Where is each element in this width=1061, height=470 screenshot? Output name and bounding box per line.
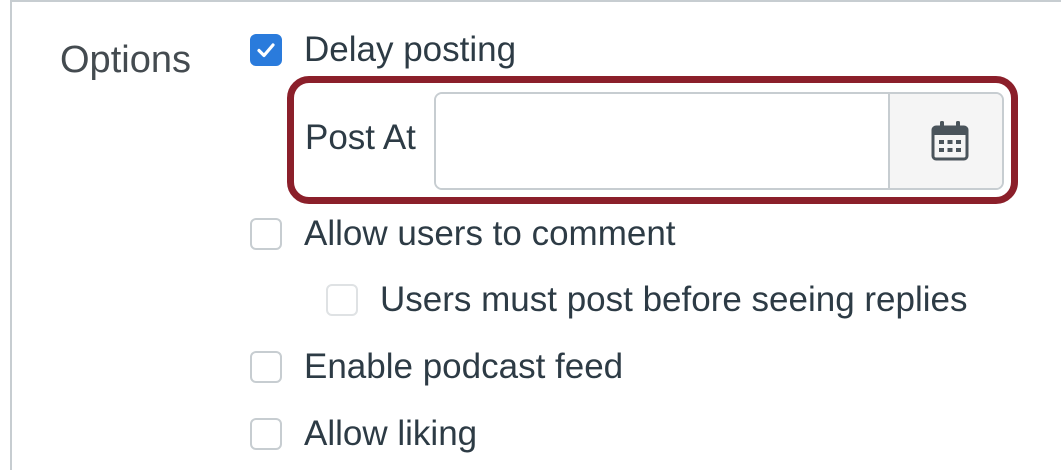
check-icon — [257, 43, 275, 58]
allow-liking-checkbox[interactable] — [250, 418, 282, 450]
delay-posting-label: Delay posting — [304, 30, 517, 69]
calendar-button[interactable] — [888, 94, 1002, 188]
delay-posting-option[interactable]: Delay posting — [250, 30, 516, 70]
podcast-feed-label: Enable podcast feed — [304, 347, 624, 386]
must-post-label: Users must post before seeing replies — [380, 280, 968, 319]
must-post-option[interactable]: Users must post before seeing replies — [326, 280, 968, 320]
allow-comment-label: Allow users to comment — [304, 214, 676, 253]
allow-comment-checkbox[interactable] — [250, 218, 282, 250]
podcast-feed-option[interactable]: Enable podcast feed — [250, 347, 623, 387]
must-post-checkbox[interactable] — [326, 284, 358, 316]
options-section-label: Options — [60, 39, 191, 81]
allow-comment-option[interactable]: Allow users to comment — [250, 214, 676, 254]
allow-liking-option[interactable]: Allow liking — [250, 414, 477, 454]
post-at-input[interactable] — [436, 94, 888, 188]
calendar-icon — [931, 121, 969, 161]
allow-liking-label: Allow liking — [304, 414, 478, 453]
post-at-label: Post At — [305, 118, 416, 157]
post-at-field — [434, 92, 1004, 190]
delay-posting-checkbox[interactable] — [250, 34, 282, 66]
podcast-feed-checkbox[interactable] — [250, 351, 282, 383]
